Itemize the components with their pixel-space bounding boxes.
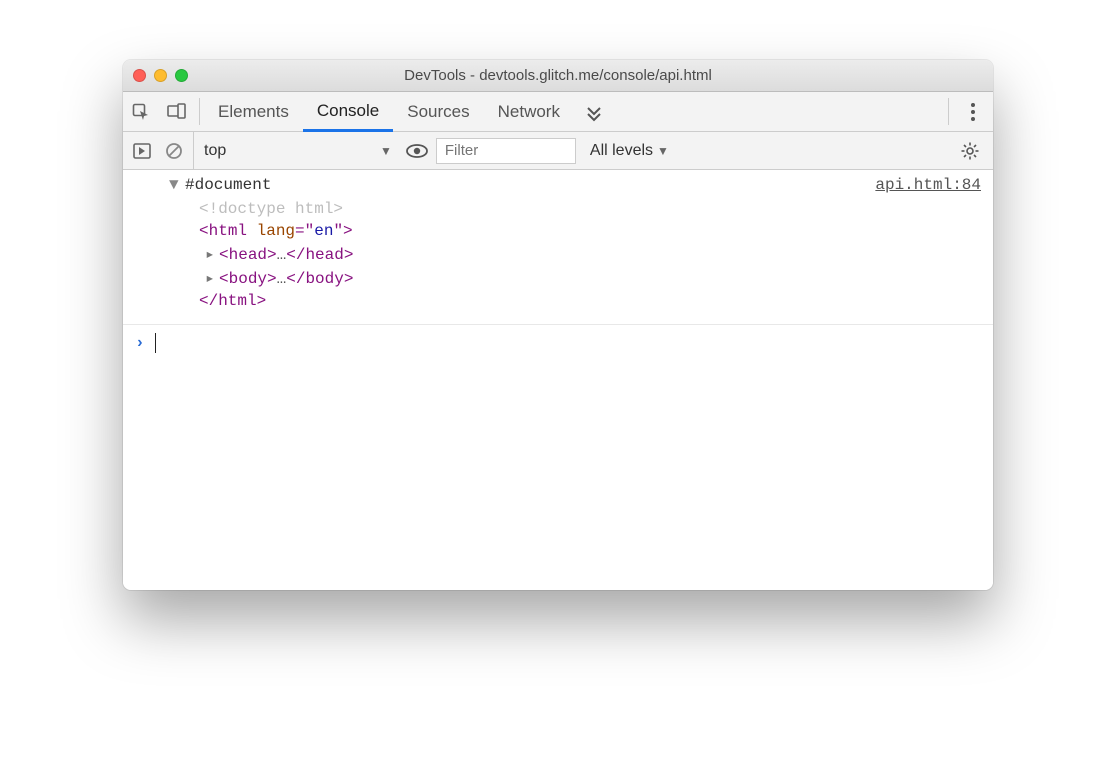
tab-console[interactable]: Console <box>303 92 393 132</box>
context-value: top <box>204 142 374 160</box>
window-titlebar: DevTools - devtools.glitch.me/console/ap… <box>123 60 993 92</box>
tab-label: Sources <box>407 102 469 122</box>
console-prompt[interactable]: › <box>123 325 993 361</box>
inspect-element-icon[interactable] <box>123 92 159 131</box>
tab-label: Console <box>317 101 379 121</box>
expand-arrow-icon[interactable]: ▸ <box>205 244 219 264</box>
device-toolbar-icon[interactable] <box>159 92 195 131</box>
more-tabs-button[interactable] <box>574 92 614 131</box>
console-settings-icon[interactable] <box>953 142 987 160</box>
filter-input[interactable] <box>436 138 576 164</box>
expand-arrow-icon[interactable]: ▸ <box>205 268 219 288</box>
clear-console-icon[interactable] <box>161 142 187 160</box>
kebab-menu-icon[interactable] <box>953 92 993 131</box>
chevron-down-icon: ▼ <box>657 144 669 158</box>
minimize-window-button[interactable] <box>154 69 167 82</box>
levels-label: All levels <box>590 142 653 160</box>
head-node[interactable]: ▸<head>…</head> <box>199 244 875 264</box>
traffic-lights <box>133 69 188 82</box>
panel-tabs: Elements Console Sources Network <box>123 92 993 132</box>
console-body: ▼#document <!doctype html> <html lang="e… <box>123 170 993 590</box>
html-open-tag[interactable]: <html lang="en"> <box>199 222 875 240</box>
doctype-node[interactable]: <!doctype html> <box>199 200 875 218</box>
console-toolbar: top ▼ All levels ▼ <box>123 132 993 170</box>
execution-context-select[interactable]: top ▼ <box>193 132 398 169</box>
sidebar-toggle-icon[interactable] <box>129 143 155 159</box>
console-message: ▼#document <!doctype html> <html lang="e… <box>123 170 993 325</box>
source-link[interactable]: api.html:84 <box>875 176 981 314</box>
document-node[interactable]: #document <box>185 176 271 194</box>
prompt-chevron-icon: › <box>135 334 145 352</box>
log-levels-select[interactable]: All levels ▼ <box>590 142 669 160</box>
zoom-window-button[interactable] <box>175 69 188 82</box>
expand-toggle-icon[interactable]: ▼ <box>169 176 185 194</box>
tab-network[interactable]: Network <box>484 92 574 131</box>
tab-sources[interactable]: Sources <box>393 92 483 131</box>
html-close-tag[interactable]: </html> <box>199 292 875 310</box>
devtools-window: DevTools - devtools.glitch.me/console/ap… <box>123 60 993 590</box>
chevron-down-icon: ▼ <box>380 144 392 158</box>
window-title: DevTools - devtools.glitch.me/console/ap… <box>123 67 993 84</box>
dom-tree[interactable]: ▼#document <!doctype html> <html lang="e… <box>135 176 875 314</box>
close-window-button[interactable] <box>133 69 146 82</box>
separator <box>948 98 949 125</box>
separator <box>199 98 200 125</box>
live-expression-icon[interactable] <box>404 144 430 158</box>
tab-elements[interactable]: Elements <box>204 92 303 131</box>
body-node[interactable]: ▸<body>…</body> <box>199 268 875 288</box>
tab-label: Network <box>498 102 560 122</box>
text-caret <box>155 333 157 353</box>
tab-label: Elements <box>218 102 289 122</box>
